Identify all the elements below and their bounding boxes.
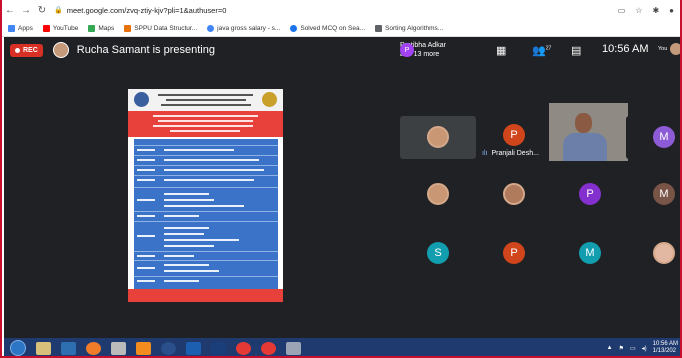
meet-clock: 10:56 AM <box>602 43 649 55</box>
participant-tile[interactable]: P <box>476 232 552 275</box>
you-label: You <box>658 46 668 52</box>
firefox-icon[interactable] <box>86 341 101 355</box>
app-icon[interactable] <box>111 341 126 355</box>
participant-photo <box>427 183 449 205</box>
start-button[interactable] <box>10 340 26 356</box>
app-icon[interactable] <box>286 341 301 355</box>
bookmark-java[interactable]: java gross salary - s... <box>207 24 280 32</box>
participant-initial: M <box>579 242 601 264</box>
chrome-icon[interactable] <box>261 341 276 355</box>
meet-window: REC Rucha Samant is presenting P Pratibh… <box>4 37 680 338</box>
participant-initial: P <box>503 242 525 264</box>
chat-icon[interactable]: ▤ <box>571 44 581 57</box>
participant-tile[interactable]: M <box>626 173 680 216</box>
slide-header <box>128 89 283 111</box>
taskbar-clock[interactable]: 10:56 AM 1/13/202 <box>653 341 678 355</box>
slide-schedule-table <box>134 139 278 289</box>
participant-tile[interactable]: P <box>552 173 628 216</box>
google-icon <box>207 24 215 32</box>
address-bar[interactable]: 🔒 meet.google.com/zvq-ztiy-kjv?pli=1&aut… <box>54 3 614 17</box>
participant-avatar: P <box>400 43 414 57</box>
seal-logo <box>262 92 277 107</box>
participant-photo <box>427 126 449 148</box>
layout-icon[interactable]: ▦ <box>496 44 506 57</box>
participant-tile[interactable] <box>400 116 476 159</box>
participant-initial: M <box>653 126 675 148</box>
star-icon[interactable]: ☆ <box>635 6 642 15</box>
slide-banner <box>128 111 283 137</box>
speaker-name-label: ılı Pranjali Desh... <box>482 150 539 157</box>
participant-photo <box>503 183 525 205</box>
cast-icon[interactable]: ▭ <box>618 6 626 15</box>
active-speaker-video[interactable] <box>549 103 628 161</box>
participant-tile[interactable]: M <box>552 232 628 275</box>
audio-level-icon: ılı <box>482 150 488 157</box>
bookmark-maps[interactable]: Maps <box>88 24 114 32</box>
participant-tile[interactable]: M <box>626 116 680 159</box>
self-avatar[interactable] <box>670 43 680 55</box>
participant-initial: S <box>427 242 449 264</box>
link-icon <box>375 24 383 32</box>
bookmark-icon <box>290 24 298 32</box>
chrome-icon[interactable] <box>236 341 251 355</box>
windows-taskbar: ▲ ⚑ ▭ ◂) 10:56 AM 1/13/202 <box>4 338 680 356</box>
recording-badge: REC <box>10 43 43 57</box>
participant-tile[interactable] <box>400 173 476 216</box>
participants-summary[interactable]: P Pratibha Adkar and 13 more <box>400 41 446 59</box>
participant-initial: M <box>653 183 675 205</box>
bookmark-icon <box>124 24 132 32</box>
network-icon[interactable]: ▭ <box>630 345 636 352</box>
record-dot-icon <box>15 47 20 53</box>
tray-arrow-icon[interactable]: ▲ <box>607 345 613 351</box>
app-icon[interactable] <box>161 341 176 355</box>
maps-icon <box>88 24 96 32</box>
participant-initial: P <box>579 183 601 205</box>
bookmarks-bar: Apps YouTube Maps SPPU Data Structur... … <box>2 20 680 37</box>
participant-photo <box>653 242 675 264</box>
apps-icon <box>8 24 15 32</box>
flag-icon[interactable]: ⚑ <box>619 345 624 352</box>
participant-tile[interactable] <box>476 173 552 216</box>
bookmark-mcq[interactable]: Solved MCQ on Sea... <box>290 24 365 32</box>
presentation-slide <box>128 89 283 302</box>
lock-icon: 🔒 <box>54 7 63 14</box>
media-icon[interactable] <box>61 341 76 355</box>
bookmark-youtube[interactable]: YouTube <box>42 24 78 32</box>
participant-initial: P <box>503 124 525 146</box>
slide-footer <box>128 289 283 302</box>
file-explorer-icon[interactable] <box>36 341 51 355</box>
participant-tile[interactable]: S <box>400 232 476 275</box>
volume-icon[interactable]: ◂) <box>642 345 647 352</box>
browser-toolbar: ← → ↻ 🔒 meet.google.com/zvq-ztiy-kjv?pli… <box>2 0 680 20</box>
presenter-text: Rucha Samant is presenting <box>76 44 215 56</box>
participant-tile[interactable] <box>626 232 680 275</box>
bookmark-sppu[interactable]: SPPU Data Structur... <box>124 24 197 32</box>
app-icon[interactable] <box>211 341 226 355</box>
screen-frame: ← → ↻ 🔒 meet.google.com/zvq-ztiy-kjv?pli… <box>0 0 682 358</box>
url-text: meet.google.com/zvq-ztiy-kjv?pli=1&authu… <box>66 5 227 15</box>
vlc-icon[interactable] <box>136 341 151 355</box>
people-icon[interactable]: 👥27 <box>532 44 551 57</box>
youtube-icon <box>42 24 50 32</box>
forward-icon[interactable]: → <box>18 5 34 16</box>
extension-icon[interactable]: ✱ <box>652 6 659 15</box>
bookmark-apps[interactable]: Apps <box>8 24 33 32</box>
app-icon[interactable] <box>186 341 201 355</box>
system-tray: ▲ ⚑ ▭ ◂) 10:56 AM 1/13/202 <box>607 341 680 355</box>
back-icon[interactable]: ← <box>2 5 18 16</box>
reload-icon[interactable]: ↻ <box>34 5 50 16</box>
bookmark-sorting[interactable]: Sorting Algorithms... <box>375 24 443 32</box>
profile-icon[interactable]: ● <box>669 6 674 15</box>
college-logo <box>134 92 149 107</box>
presenter-avatar <box>52 42 69 58</box>
